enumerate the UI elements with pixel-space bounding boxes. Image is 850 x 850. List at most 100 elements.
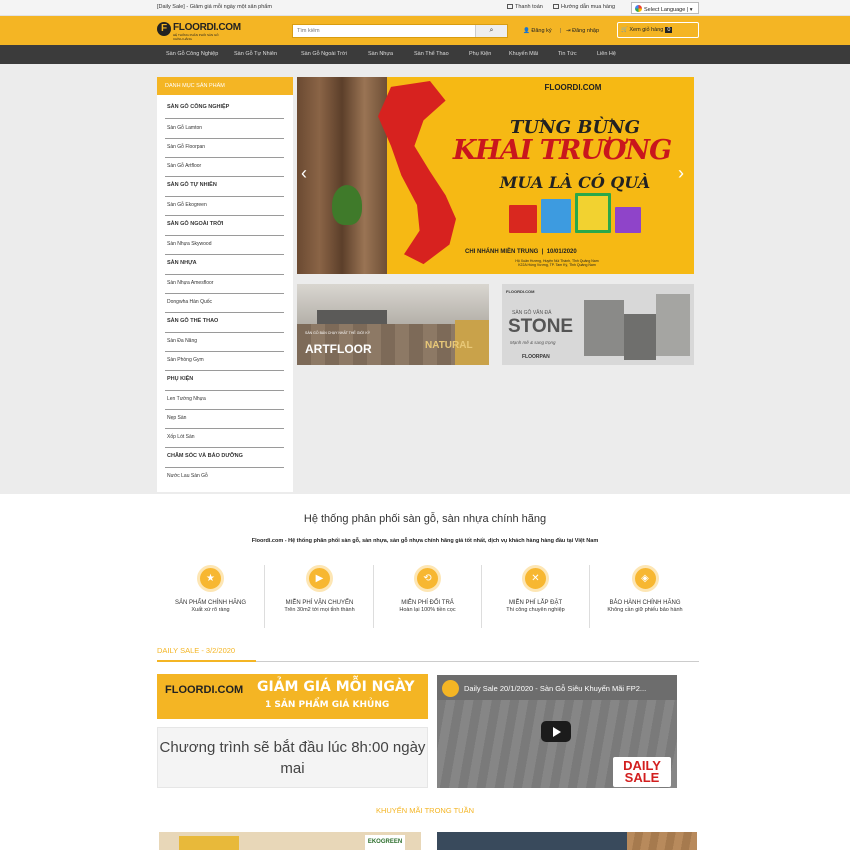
login-link[interactable]: ⇥ Đăng nhập [566, 28, 599, 34]
prev-arrow-icon[interactable]: ‹ [301, 163, 307, 184]
sidebar-item[interactable]: Sàn Gỗ Floorpan [165, 144, 284, 158]
feature-desc: Hoàn lại 100% tiền cọc [399, 607, 456, 613]
feature-title: BẢO HÀNH CHÍNH HÃNG [609, 600, 681, 606]
nav-item[interactable]: Sàn Gỗ Tự Nhiên [234, 51, 277, 57]
guide-link[interactable]: Hướng dẫn mua hàng [553, 4, 615, 10]
logo-text: FLOORDI.COM [173, 22, 241, 33]
nav-item[interactable]: Sàn Nhựa [368, 51, 393, 57]
plant-graphic [332, 185, 362, 225]
banner-address-2: K22A Hùng Vương, TP. Tam Kỳ, Tỉnh Quảng … [518, 263, 596, 267]
sidebar-item[interactable]: Dongwha Hàn Quốc [165, 299, 284, 313]
banner-date: 10/01/2020 [546, 249, 577, 255]
weekly-product-card[interactable]: EKOGREEN [159, 832, 421, 850]
nav-item[interactable]: Sàn Thể Thao [414, 51, 449, 57]
feature-warranty: ◈ BẢO HÀNH CHÍNH HÃNG Không cần giữ phiế… [591, 565, 699, 628]
sidebar-item[interactable]: Sàn Nhựa Skywood [165, 241, 284, 255]
gift-box-graphic [575, 193, 611, 233]
play-icon[interactable] [541, 721, 571, 742]
register-label: Đăng ký [531, 28, 552, 34]
language-select[interactable]: Select Language | ▾ [631, 2, 699, 14]
banner-headline-3: MUA LÀ CÓ QUÀ [499, 173, 651, 192]
promo-left-brand: ARTFLOOR [305, 342, 372, 356]
sidebar-item[interactable]: Xốp Lót Sàn [165, 434, 284, 448]
hero-banner[interactable]: FLOORDI.COM TƯNG BỪNG KHAI TRƯƠNG MUA LÀ… [297, 77, 694, 274]
feature-genuine: ★ SẢN PHẨM CHÍNH HÃNG Xuất xứ rõ ràng [157, 565, 265, 628]
sidebar-category[interactable]: SÀN GỖ NGOÀI TRỜI [165, 221, 284, 236]
promo-left-small-text: SÀN GỖ BÁN CHẠY NHẤT THẾ GIỚI KỲ [305, 331, 371, 335]
nav-item[interactable]: Liên Hệ [597, 51, 616, 57]
feature-desc: Thi công chuyên nghiệp [506, 607, 565, 613]
logo-tagline: HỆ THỐNG PHÂN PHỐI SÀN GỖ CHÍNH HÃNG [173, 33, 219, 41]
countdown-message: Chương trình sẽ bắt đầu lúc 8h:00 ngày m… [157, 727, 428, 788]
truck-icon: ▶ [306, 565, 333, 592]
sidebar-item[interactable]: Sàn Đa Năng [165, 338, 284, 352]
stone-tile-graphic [584, 300, 624, 356]
daily-sale-banner[interactable]: FLOORDI.COM GIẢM GIÁ MỖI NGÀY 1 SẢN PHẨM… [157, 674, 428, 719]
promo-right-slogan: Mạnh mẽ & sang trọng [510, 340, 556, 345]
weekly-promo-heading: KHUYẾN MÃI TRONG TUẦN [375, 806, 475, 815]
sidebar-item[interactable]: Len Tường Nhựa [165, 396, 284, 410]
nav-item[interactable]: Sàn Gỗ Ngoài Trời [301, 51, 347, 57]
language-label: Select Language [644, 7, 686, 13]
search-box: ⌕ [292, 24, 508, 38]
register-link[interactable]: 👤 Đăng ký [523, 28, 552, 34]
search-input[interactable] [293, 25, 473, 37]
weekly-product-card[interactable] [437, 832, 697, 850]
feature-title: MIỄN PHÍ LẮP ĐẶT [508, 600, 563, 606]
sidebar-item[interactable]: Sàn Gỗ Artfloor [165, 163, 284, 177]
search-button[interactable]: ⌕ [475, 25, 507, 37]
nav-item[interactable]: Phụ Kiện [469, 51, 491, 57]
promo-right-brand: STONE [508, 316, 574, 337]
video-title[interactable]: Daily Sale 20/1/2020 - Sàn Gỗ Siêu Khuyế… [464, 684, 646, 693]
intro-title: Hệ thống phân phối sàn gỗ, sàn nhựa chín… [303, 513, 547, 525]
payment-icon [507, 4, 513, 9]
promo-left-series: NATURAL [425, 340, 473, 351]
account-divider: | [560, 28, 562, 34]
header: F FLOORDI.COM HỆ THỐNG PHÂN PHỐI SÀN GỖ … [0, 16, 850, 45]
daily-sale-heading: DAILY SALE - 3/2/2020 [157, 646, 236, 655]
sidebar-category[interactable]: SÀN NHỰA [165, 260, 284, 275]
guide-label: Hướng dẫn mua hàng [561, 4, 616, 10]
sidebar-item[interactable]: Sàn Gỗ Lamton [165, 125, 284, 139]
video-sale-badge: DAILY SALE [613, 757, 671, 787]
site-logo[interactable]: F FLOORDI.COM HỆ THỐNG PHÂN PHỐI SÀN GỖ … [157, 22, 241, 41]
feature-title: MIỄN PHÍ ĐỔI TRẢ [401, 600, 454, 606]
payment-label: Thanh toán [515, 4, 543, 10]
channel-avatar[interactable] [442, 680, 459, 697]
sidebar-item[interactable]: Nẹp Sàn [165, 415, 284, 429]
sidebar-category[interactable]: CHĂM SÓC VÀ BẢO DƯỠNG [165, 453, 284, 468]
next-arrow-icon[interactable]: › [678, 163, 684, 184]
nav-item[interactable]: Tin Tức [558, 51, 577, 57]
feature-free-install: ✕ MIỄN PHÍ LẮP ĐẶT Thi công chuyên nghiệ… [482, 565, 590, 628]
login-label: Đăng nhập [572, 28, 600, 34]
gift-box-graphic [509, 205, 537, 233]
sidebar-category[interactable]: SÀN GỖ TỰ NHIÊN [165, 182, 284, 197]
feature-desc: Xuất xứ rõ ràng [191, 607, 230, 613]
gift-box-graphic [615, 207, 641, 233]
nav-item[interactable]: Sàn Gỗ Công Nghiệp [166, 51, 218, 57]
feature-free-return: ⟲ MIỄN PHÍ ĐỔI TRẢ Hoàn lại 100% tiền cọ… [374, 565, 482, 628]
top-bar: [Daily Sale] - Giảm giá mỗi ngày một sản… [0, 0, 850, 16]
cart-icon: 🛒 [621, 27, 628, 33]
daily-sale-promo-link[interactable]: [Daily Sale] - Giảm giá mỗi ngày một sản… [157, 4, 272, 10]
video-player[interactable]: Daily Sale 20/1/2020 - Sàn Gỗ Siêu Khuyế… [437, 675, 677, 788]
sidebar-category[interactable]: PHỤ KIỆN [165, 376, 284, 391]
sidebar-category[interactable]: SÀN GỖ THỂ THAO [165, 318, 284, 333]
sidebar-item[interactable]: Sàn Nhựa Amesfloor [165, 280, 284, 294]
feature-desc: Không cần giữ phiếu bảo hành [607, 607, 683, 613]
cart-label: Xem giỏ hàng [629, 27, 664, 33]
artfloor-promo-banner[interactable]: SÀN GỖ BÁN CHẠY NHẤT THẾ GIỚI KỲ ARTFLOO… [297, 284, 489, 365]
sidebar-item[interactable]: Nước Lau Sàn Gỗ [165, 473, 284, 487]
shield-icon: ◈ [631, 565, 659, 592]
logo-mark-icon: F [157, 22, 171, 36]
nav-item[interactable]: Khuyến Mãi [509, 51, 538, 57]
cart-button[interactable]: 🛒 Xem giỏ hàng 0 [617, 22, 699, 38]
sidebar-item[interactable]: Sàn Phòng Gym [165, 357, 284, 371]
sidebar-item[interactable]: Sàn Gỗ Ekogreen [165, 202, 284, 216]
sofa-graphic [179, 836, 239, 850]
ekogreen-tag: EKOGREEN [365, 835, 405, 850]
sidebar-category[interactable]: SÀN GỖ CÔNG NGHIỆP [165, 104, 284, 119]
stone-promo-banner[interactable]: FLOORDI.COM SÀN GỖ VÂN ĐÁ STONE Mạnh mẽ … [502, 284, 694, 365]
payment-link[interactable]: Thanh toán [507, 4, 543, 10]
promo-right-logo: FLOORDI.COM [506, 289, 535, 294]
